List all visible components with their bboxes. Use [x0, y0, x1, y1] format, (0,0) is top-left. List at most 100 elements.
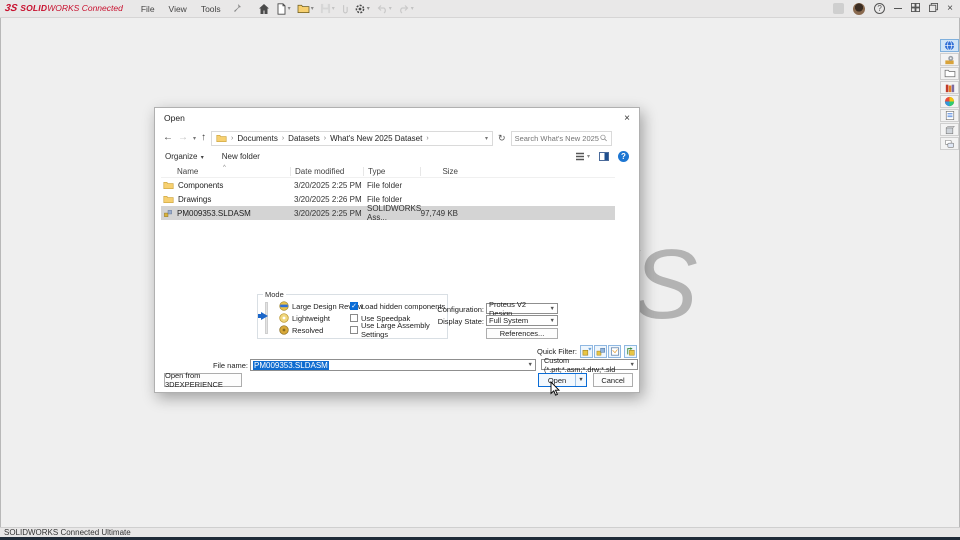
breadcrumb-separator: › [426, 134, 429, 142]
forward-button: → [178, 132, 188, 143]
preview-pane-icon[interactable] [599, 152, 609, 161]
tile-windows-icon[interactable] [911, 3, 921, 14]
dropdown-caret-icon: ▼ [549, 305, 555, 312]
resolved-icon [279, 325, 289, 335]
dialog-command-bar: Organize ▾ New folder ▾ ? [155, 148, 639, 165]
file-name-input[interactable]: PM009353.SLDASM ▼ [250, 359, 536, 371]
column-header-type[interactable]: Type [363, 166, 420, 176]
open-button-toolbar[interactable]: ▾ [295, 2, 316, 15]
comments-tab-icon[interactable] [940, 137, 959, 150]
dialog-title: Open [164, 113, 185, 123]
dialog-close-icon[interactable]: × [624, 113, 630, 124]
address-dropdown-icon[interactable]: ▾ [485, 135, 488, 142]
file-row-components[interactable]: Components 3/20/2025 2:25 PM File folder [161, 178, 615, 192]
new-document-button[interactable]: ▾ [274, 2, 293, 16]
cancel-button[interactable]: Cancel [593, 373, 633, 387]
restore-button[interactable] [929, 2, 939, 14]
lightweight-icon [279, 313, 289, 323]
checkbox-checked-icon[interactable]: ✓ [350, 302, 358, 310]
redo-caret-icon: ▾ [410, 6, 414, 12]
references-button[interactable]: References... [486, 328, 558, 339]
recent-locations-icon[interactable]: ▾ [193, 135, 196, 142]
file-list: Components 3/20/2025 2:25 PM File folder… [161, 178, 615, 222]
breadcrumb-separator: › [281, 134, 285, 142]
new-document-caret-icon[interactable]: ▾ [288, 5, 291, 12]
solidworks-logo: 3S SOLID WORKS Connected [4, 3, 123, 14]
pallet-tab-icon[interactable] [940, 123, 959, 136]
undo-button: ▾ [374, 3, 394, 15]
breadcrumb-whats-new-2025[interactable]: What's New 2025 Dataset [330, 134, 422, 143]
folder-icon [163, 195, 174, 203]
open-caret-icon[interactable]: ▾ [311, 5, 314, 12]
configuration-dropdown[interactable]: Proteus V2 Design ▼ [486, 300, 558, 318]
breadcrumb-separator: › [231, 134, 234, 142]
search-input[interactable] [514, 133, 601, 143]
address-bar[interactable]: › Documents › Datasets › What's New 2025… [211, 130, 494, 146]
file-name-value-selected: PM009353.SLDASM [253, 360, 329, 370]
open-from-3dexperience-button[interactable]: Open from 3DEXPERIENCE [164, 371, 242, 389]
menu-file[interactable]: File [141, 4, 155, 14]
refresh-icon[interactable]: ↻ [498, 133, 506, 144]
mouse-cursor [550, 380, 561, 402]
3dexperience-tab-icon[interactable] [940, 39, 959, 52]
mode-slider-thumb[interactable] [261, 312, 268, 320]
change-view-button[interactable]: ▾ [575, 152, 590, 161]
file-name-label: File name: [212, 361, 248, 370]
open-dialog: Open × ← → ▾ ↑ › Documents › Datasets › … [154, 107, 640, 393]
options-gear-button[interactable]: ▾ [352, 2, 372, 16]
column-header-size[interactable]: Size [420, 166, 461, 176]
new-folder-button[interactable]: New folder [222, 152, 260, 161]
menu-view[interactable]: View [169, 4, 187, 14]
column-headers: ^ Name Date modified Type Size [161, 165, 615, 178]
window-controls: ? × [833, 2, 953, 15]
folder-icon [163, 181, 174, 189]
column-header-name[interactable]: ^ Name [161, 164, 290, 176]
appearances-tab-icon[interactable] [940, 95, 959, 108]
dialog-title-bar[interactable]: Open × [155, 108, 639, 128]
dialog-help-icon[interactable]: ? [618, 151, 629, 162]
checkbox-unchecked-icon[interactable] [350, 314, 358, 322]
undo-caret-icon: ▾ [388, 6, 392, 12]
search-box[interactable] [510, 130, 612, 146]
file-name-caret-icon[interactable]: ▼ [528, 362, 533, 368]
change-view-caret-icon: ▾ [586, 154, 590, 160]
checkbox-unchecked-icon[interactable] [350, 326, 358, 334]
taskpane-toggle-icon[interactable] [833, 3, 845, 14]
design-library-tab-icon[interactable] [940, 81, 959, 94]
display-state-dropdown[interactable]: Full System ▼ [486, 315, 558, 326]
folder-location-icon [216, 134, 227, 142]
task-pane [940, 39, 959, 150]
minimize-button[interactable] [894, 8, 903, 9]
app-window: 3S SOLID WORKS Connected File View Tools … [0, 0, 960, 540]
3ds-logo-icon: 3S [4, 3, 19, 14]
options-caret-icon[interactable]: ▾ [367, 5, 370, 12]
save-caret-icon: ▾ [331, 6, 335, 12]
dropdown-caret-icon: ▼ [629, 361, 635, 368]
breadcrumb-separator: › [323, 134, 327, 142]
file-explorer-tab-icon[interactable] [940, 67, 959, 80]
open-dropdown-icon[interactable]: ▼ [575, 374, 586, 386]
breadcrumb-datasets[interactable]: Datasets [288, 134, 320, 143]
attachment-icon [339, 2, 350, 16]
close-window-button[interactable]: × [947, 3, 953, 14]
column-header-date-modified[interactable]: Date modified [290, 166, 363, 176]
resources-tab-icon[interactable] [940, 53, 959, 66]
display-state-label: Display State: [437, 317, 484, 326]
up-button[interactable]: ↑ [201, 133, 206, 143]
user-avatar[interactable] [853, 2, 866, 15]
file-row-pm009353-selected[interactable]: PM009353.SLDASM 3/20/2025 2:25 PM SOLIDW… [161, 204, 615, 222]
status-bar: SOLIDWORKS Connected Ultimate [0, 527, 960, 537]
custom-properties-tab-icon[interactable] [940, 109, 959, 122]
pin-menu-icon[interactable] [233, 3, 242, 15]
file-type-dropdown[interactable]: Custom (*.prt;*.asm;*.drw;*.sld ▼ [541, 356, 638, 374]
back-button[interactable]: ← [163, 133, 173, 143]
configuration-label: Configuration: [437, 305, 484, 314]
mode-group-label: Mode [263, 290, 286, 299]
breadcrumb-documents[interactable]: Documents [237, 134, 277, 143]
sort-ascending-icon: ^ [223, 164, 226, 171]
status-text: SOLIDWORKS Connected Ultimate [4, 528, 131, 537]
organize-button[interactable]: Organize ▾ [165, 152, 204, 161]
home-button[interactable] [256, 2, 272, 16]
menu-tools[interactable]: Tools [201, 4, 221, 14]
help-icon[interactable]: ? [874, 3, 886, 14]
